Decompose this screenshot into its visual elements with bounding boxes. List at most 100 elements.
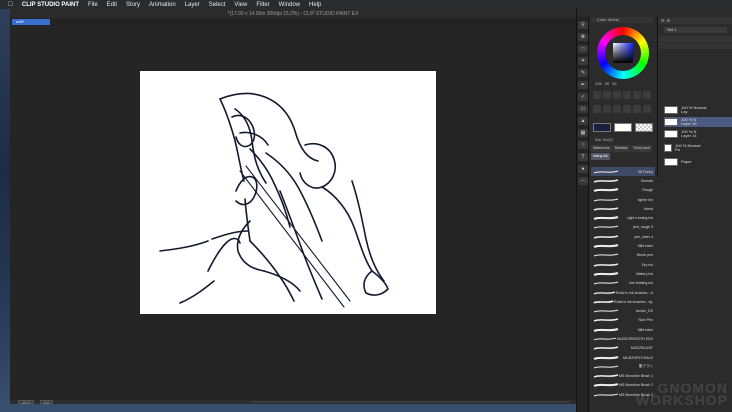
layer-name: Paper <box>681 158 692 164</box>
brush-item[interactable]: Brush pen <box>591 251 655 260</box>
brush-stroke-preview <box>593 383 619 388</box>
layer-item-selected[interactable]: 100 % N Layer 16 <box>664 117 732 127</box>
saturation-square[interactable] <box>613 43 633 63</box>
horizontal-scrollbar[interactable] <box>250 401 570 403</box>
tool-icon[interactable] <box>593 91 601 99</box>
eraser-tool-icon[interactable]: ▭ <box>578 105 588 113</box>
right-dock: ⚲ ✥ □ ✦ ✎ ✒ ✓ ▭ ▲ ▦ ○ T ● ─ Color Wheel … <box>576 9 732 412</box>
menu-filter[interactable]: Filter <box>256 2 269 8</box>
document-tab[interactable]: unti* <box>12 19 50 25</box>
tool-icon[interactable] <box>603 91 611 99</box>
layer-tab-icon[interactable]: ☰ <box>661 18 665 23</box>
brush-item[interactable]: line blotting ink <box>591 279 655 288</box>
menu-edit[interactable]: Edit <box>107 2 117 8</box>
move-tool-icon[interactable]: ✥ <box>578 33 588 41</box>
brush-item[interactable]: Mild inker <box>591 241 655 250</box>
sub-color-swatch[interactable] <box>614 123 632 132</box>
layer-property-icon[interactable]: ⚙ <box>667 18 671 23</box>
subtool-header: Sub Tool [G <box>595 138 614 142</box>
canvas-area[interactable] <box>10 26 576 400</box>
menu-select[interactable]: Select <box>209 2 226 8</box>
tool-icon[interactable] <box>623 105 631 113</box>
brush-item[interactable]: bleed <box>591 204 655 213</box>
select-tool-icon[interactable]: □ <box>578 45 588 53</box>
layer-item[interactable]: 100 % N Layer 14 <box>664 129 732 139</box>
menu-window[interactable]: Window <box>279 2 300 8</box>
group-watercolor[interactable]: Watercolor <box>591 145 612 152</box>
brush-item[interactable]: Rubin's Ink brushes - by C <box>591 288 655 297</box>
brush-item[interactable]: MUDZDRYCHALK <box>591 353 655 362</box>
main-color-swatch[interactable] <box>593 123 611 132</box>
menu-help[interactable]: Help <box>309 2 321 8</box>
brush-label: Rough <box>642 188 653 193</box>
tool-icon[interactable] <box>623 91 631 99</box>
color-wheel[interactable] <box>597 27 649 79</box>
layer-item-paper[interactable]: Paper <box>664 157 732 167</box>
layer-name: Pa <box>675 147 680 152</box>
brush-label: pen_inker 4 <box>634 234 653 239</box>
menu-file[interactable]: File <box>88 2 98 8</box>
text-tool-icon[interactable]: T <box>578 153 588 161</box>
group-inking-ink[interactable]: Inking ink <box>591 153 610 160</box>
brush-item[interactable]: Light running ink <box>591 213 655 222</box>
brush-item[interactable]: Mild inker <box>591 325 655 334</box>
tool-icon[interactable] <box>633 91 641 99</box>
group-realistic[interactable]: Realistic <box>612 145 631 152</box>
eyedropper-tool-icon[interactable]: ✎ <box>578 69 588 77</box>
menu-layer[interactable]: Layer <box>185 2 200 8</box>
layer-panel: ☰ ⚙ Set 1 100 % Normal Lay 100 % N Layer… <box>657 17 732 177</box>
brush-item[interactable]: Smooth <box>591 176 655 185</box>
layer-blend-row[interactable] <box>658 36 732 42</box>
fill-tool-icon[interactable]: ▲ <box>578 117 588 125</box>
apple-icon[interactable]:  <box>8 1 13 8</box>
tool-icon[interactable] <box>603 105 611 113</box>
layer-item[interactable]: 100 % Normal Pa <box>664 143 732 153</box>
drawing-paper[interactable] <box>140 71 436 314</box>
wand-tool-icon[interactable]: ✦ <box>578 57 588 65</box>
figure-tool-icon[interactable]: ○ <box>578 141 588 149</box>
menu-story[interactable]: Story <box>126 2 140 8</box>
layer-item[interactable]: 100 % Normal Lay <box>664 105 732 115</box>
menubar:  CLIP STUDIO PAINT File Edit Story Anim… <box>0 0 732 9</box>
transparent-swatch[interactable] <box>635 123 653 132</box>
tool-icon[interactable] <box>613 91 621 99</box>
brush-item[interactable]: 筆ブラシ <box>591 362 655 371</box>
tool-icon[interactable] <box>593 105 601 113</box>
brush-item[interactable]: MS Monoline Brush 1 <box>591 372 655 381</box>
menu-view[interactable]: View <box>234 2 247 8</box>
balloon-tool-icon[interactable]: ● <box>578 165 588 173</box>
brush-item[interactable]: Nice Pen <box>591 316 655 325</box>
brush-item[interactable]: Rubin's Ink brushes - by Drcor <box>591 297 655 306</box>
app-menu[interactable]: CLIP STUDIO PAINT <box>22 2 79 8</box>
zoom-field[interactable]: 15.2 <box>18 400 34 405</box>
layer-name: Layer 14 <box>681 133 697 138</box>
brush-item[interactable]: 3D Funky <box>591 167 655 177</box>
layer-opacity-row[interactable] <box>658 43 732 49</box>
tool-icon[interactable] <box>633 105 641 113</box>
zoom-tool-icon[interactable]: ⚲ <box>578 21 588 29</box>
tool-icon[interactable] <box>643 105 651 113</box>
layer-set-label[interactable]: Set 1 <box>664 27 727 33</box>
gradient-tool-icon[interactable]: ▦ <box>578 129 588 137</box>
tool-icon[interactable] <box>613 105 621 113</box>
brush-item[interactable]: MUDZBLUNT <box>591 344 655 353</box>
brush-tool-icon[interactable]: ✓ <box>578 93 588 101</box>
brush-label: Light running ink <box>626 216 653 221</box>
brush-item[interactable]: Rough <box>591 186 655 195</box>
angle-field[interactable]: 0.0 <box>39 400 54 405</box>
tool-icon[interactable] <box>643 91 651 99</box>
brush-stroke-preview <box>593 393 619 397</box>
ruler-tool-icon[interactable]: ─ <box>578 177 588 185</box>
brush-item[interactable]: Watery ink <box>591 269 655 278</box>
menu-animation[interactable]: Animation <box>149 2 176 8</box>
color-wheel-tab[interactable]: Color Wheel <box>591 17 653 23</box>
brush-item[interactable]: kenkin_DS <box>591 306 655 315</box>
brush-item[interactable]: MUDZORKSOTH EDGE <box>591 334 655 343</box>
brush-item[interactable]: pen_inker 4 <box>591 232 655 241</box>
brush-item[interactable]: lighter ink <box>591 195 655 204</box>
brush-stroke-preview <box>593 262 619 267</box>
pen-tool-icon[interactable]: ✒ <box>578 81 588 89</box>
group-thick-paint[interactable]: Thick paint <box>631 145 652 152</box>
brush-item[interactable]: Dry ink <box>591 260 655 269</box>
brush-item[interactable]: pen_rough 3 <box>591 223 655 232</box>
